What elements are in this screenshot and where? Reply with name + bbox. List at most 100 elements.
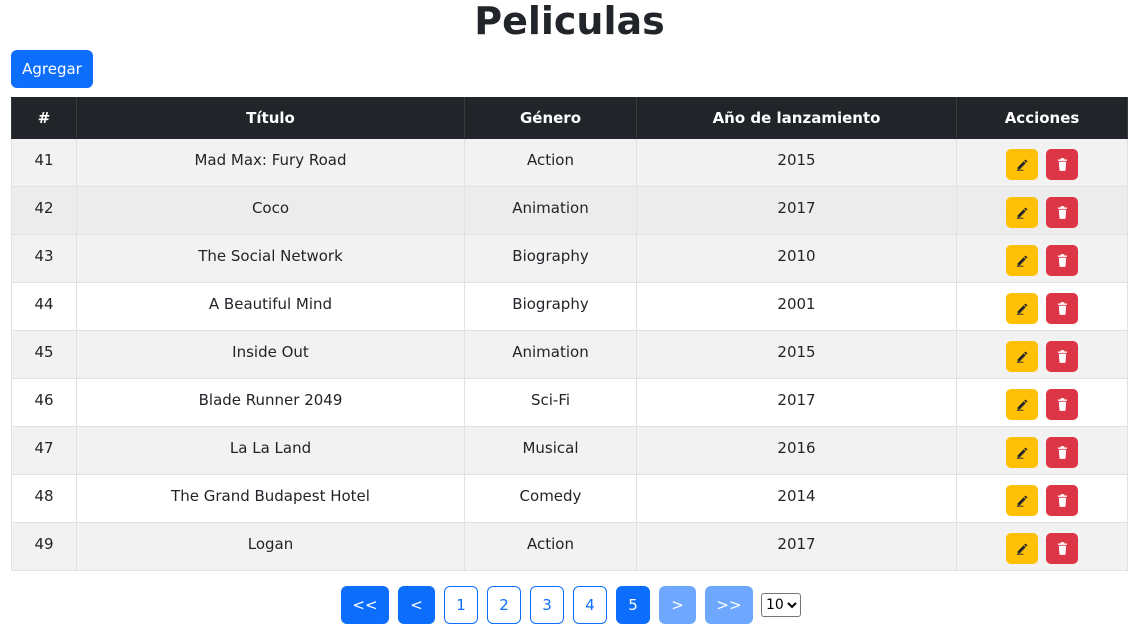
page-button-5-current[interactable]: 5: [616, 586, 650, 624]
cell-title: The Grand Budapest Hotel: [76, 474, 465, 523]
movie-year: 2017: [777, 390, 816, 409]
cell-id: 47: [11, 426, 77, 475]
movie-genre: Action: [527, 150, 574, 169]
previous-page-button[interactable]: <: [398, 586, 435, 624]
edit-icon: [1016, 446, 1029, 459]
delete-button[interactable]: [1046, 245, 1078, 276]
edit-button[interactable]: [1006, 389, 1038, 420]
row-actions: [957, 293, 1127, 324]
movie-year: 2016: [777, 438, 816, 457]
trash-icon: [1057, 206, 1068, 219]
column-header-title: Título: [76, 97, 465, 139]
table-row: 46 Blade Runner 2049 Sci-Fi 2017: [11, 378, 1128, 427]
trash-icon: [1057, 398, 1068, 411]
delete-button[interactable]: [1046, 341, 1078, 372]
edit-icon: [1016, 302, 1029, 315]
edit-button[interactable]: [1006, 293, 1038, 324]
delete-button[interactable]: [1046, 389, 1078, 420]
table-row: 49 Logan Action 2017: [11, 522, 1128, 571]
page-button-2[interactable]: 2: [487, 586, 521, 624]
column-header-genre: Género: [464, 97, 637, 139]
delete-button[interactable]: [1046, 149, 1078, 180]
cell-genre: Comedy: [464, 474, 637, 523]
row-id: 46: [34, 390, 54, 409]
first-page-button[interactable]: <<: [341, 586, 389, 624]
movie-year: 2001: [777, 294, 816, 313]
delete-button[interactable]: [1046, 293, 1078, 324]
cell-id: 48: [11, 474, 77, 523]
edit-button[interactable]: [1006, 533, 1038, 564]
movie-year: 2010: [777, 246, 816, 265]
cell-year: 2001: [636, 282, 957, 331]
delete-button[interactable]: [1046, 485, 1078, 516]
column-header-actions: Acciones: [956, 97, 1128, 139]
page-button-4[interactable]: 4: [573, 586, 607, 624]
cell-title: Logan: [76, 522, 465, 571]
cell-id: 45: [11, 330, 77, 379]
edit-button[interactable]: [1006, 485, 1038, 516]
movie-genre: Musical: [522, 438, 579, 457]
movie-year: 2017: [777, 534, 816, 553]
cell-year: 2015: [636, 138, 957, 187]
trash-icon: [1057, 254, 1068, 267]
edit-button[interactable]: [1006, 341, 1038, 372]
delete-button[interactable]: [1046, 197, 1078, 228]
next-page-button[interactable]: >: [659, 586, 696, 624]
row-id: 44: [34, 294, 54, 313]
row-actions: [957, 437, 1127, 468]
cell-id: 41: [11, 138, 77, 187]
last-page-button[interactable]: >>: [705, 586, 753, 624]
movie-title: Coco: [251, 198, 290, 217]
table-row: 45 Inside Out Animation 2015: [11, 330, 1128, 379]
cell-year: 2017: [636, 522, 957, 571]
cell-year: 2015: [636, 330, 957, 379]
movie-title: The Social Network: [198, 246, 343, 265]
movie-genre: Sci-Fi: [530, 390, 571, 409]
page-button-1[interactable]: 1: [444, 586, 478, 624]
edit-button[interactable]: [1006, 245, 1038, 276]
row-id: 48: [34, 486, 54, 505]
table-row: 48 The Grand Budapest Hotel Comedy 2014: [11, 474, 1128, 523]
cell-actions: [956, 378, 1128, 427]
cell-actions: [956, 474, 1128, 523]
movie-title: The Grand Budapest Hotel: [171, 486, 370, 505]
cell-actions: [956, 426, 1128, 475]
edit-button[interactable]: [1006, 149, 1038, 180]
add-movie-button[interactable]: Agregar: [11, 50, 93, 88]
table-row: 42 Coco Animation 2017: [11, 186, 1128, 235]
edit-icon: [1016, 542, 1029, 555]
cell-year: 2010: [636, 234, 957, 283]
cell-id: 44: [11, 282, 77, 331]
edit-button[interactable]: [1006, 437, 1038, 468]
movie-year: 2014: [777, 486, 816, 505]
movie-genre: Comedy: [519, 486, 582, 505]
row-id: 49: [34, 534, 54, 553]
row-actions: [957, 485, 1127, 516]
cell-actions: [956, 138, 1128, 187]
cell-title: Inside Out: [76, 330, 465, 379]
cell-title: Blade Runner 2049: [76, 378, 465, 427]
cell-genre: Biography: [464, 234, 637, 283]
movie-title: Inside Out: [232, 342, 309, 361]
column-header-id: #: [11, 97, 77, 139]
cell-id: 42: [11, 186, 77, 235]
delete-button[interactable]: [1046, 437, 1078, 468]
page-title: Peliculas: [474, 0, 665, 43]
trash-icon: [1057, 350, 1068, 363]
cell-title: A Beautiful Mind: [76, 282, 465, 331]
page-size-select[interactable]: 10: [761, 593, 801, 617]
movie-genre: Action: [527, 534, 574, 553]
cell-genre: Animation: [464, 186, 637, 235]
movie-genre: Animation: [512, 198, 589, 217]
edit-button[interactable]: [1006, 197, 1038, 228]
row-id: 41: [34, 150, 54, 169]
edit-icon: [1016, 494, 1029, 507]
row-actions: [957, 389, 1127, 420]
delete-button[interactable]: [1046, 533, 1078, 564]
edit-icon: [1016, 254, 1029, 267]
edit-icon: [1016, 206, 1029, 219]
page: Peliculas Agregar # Título Género Año de…: [0, 0, 1139, 632]
cell-actions: [956, 282, 1128, 331]
edit-icon: [1016, 350, 1029, 363]
page-button-3[interactable]: 3: [530, 586, 564, 624]
